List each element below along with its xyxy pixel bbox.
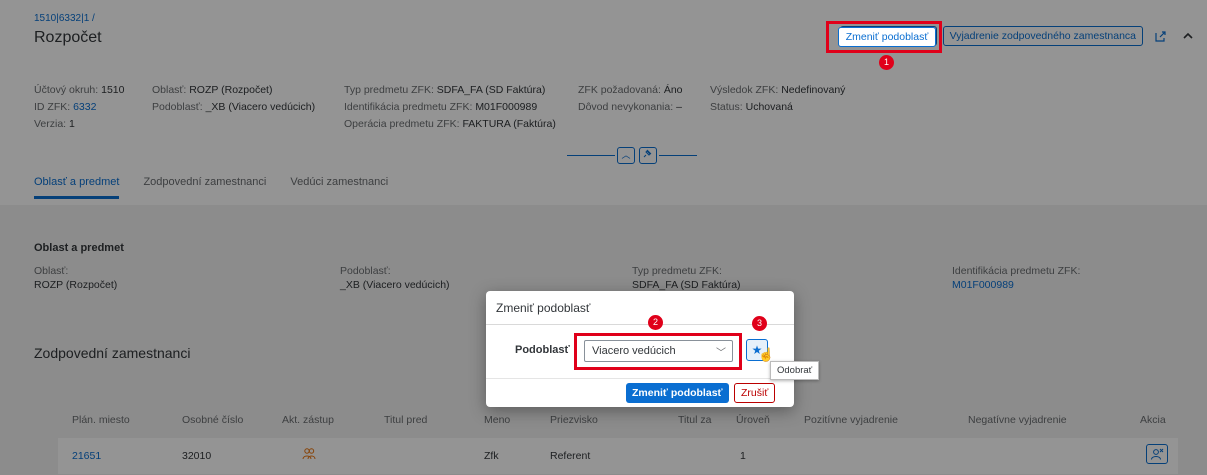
highlight-frame-1	[826, 21, 942, 53]
divider	[486, 324, 794, 325]
step-badge-2: 2	[648, 315, 663, 330]
highlight-frame-2	[574, 333, 742, 370]
cursor-hand-icon: ☝	[758, 347, 775, 362]
divider	[486, 378, 794, 379]
step-badge-3: 3	[752, 316, 767, 331]
confirm-change-subarea-button[interactable]: Zmeniť podoblasť	[626, 383, 729, 403]
favorite-tooltip: Odobrať	[770, 361, 820, 380]
step-badge-1: 1	[879, 55, 894, 70]
cancel-button[interactable]: Zrušiť	[734, 383, 776, 403]
dialog-title: Zmeniť podoblasť	[496, 301, 591, 315]
subarea-label: Podoblasť	[515, 344, 570, 356]
